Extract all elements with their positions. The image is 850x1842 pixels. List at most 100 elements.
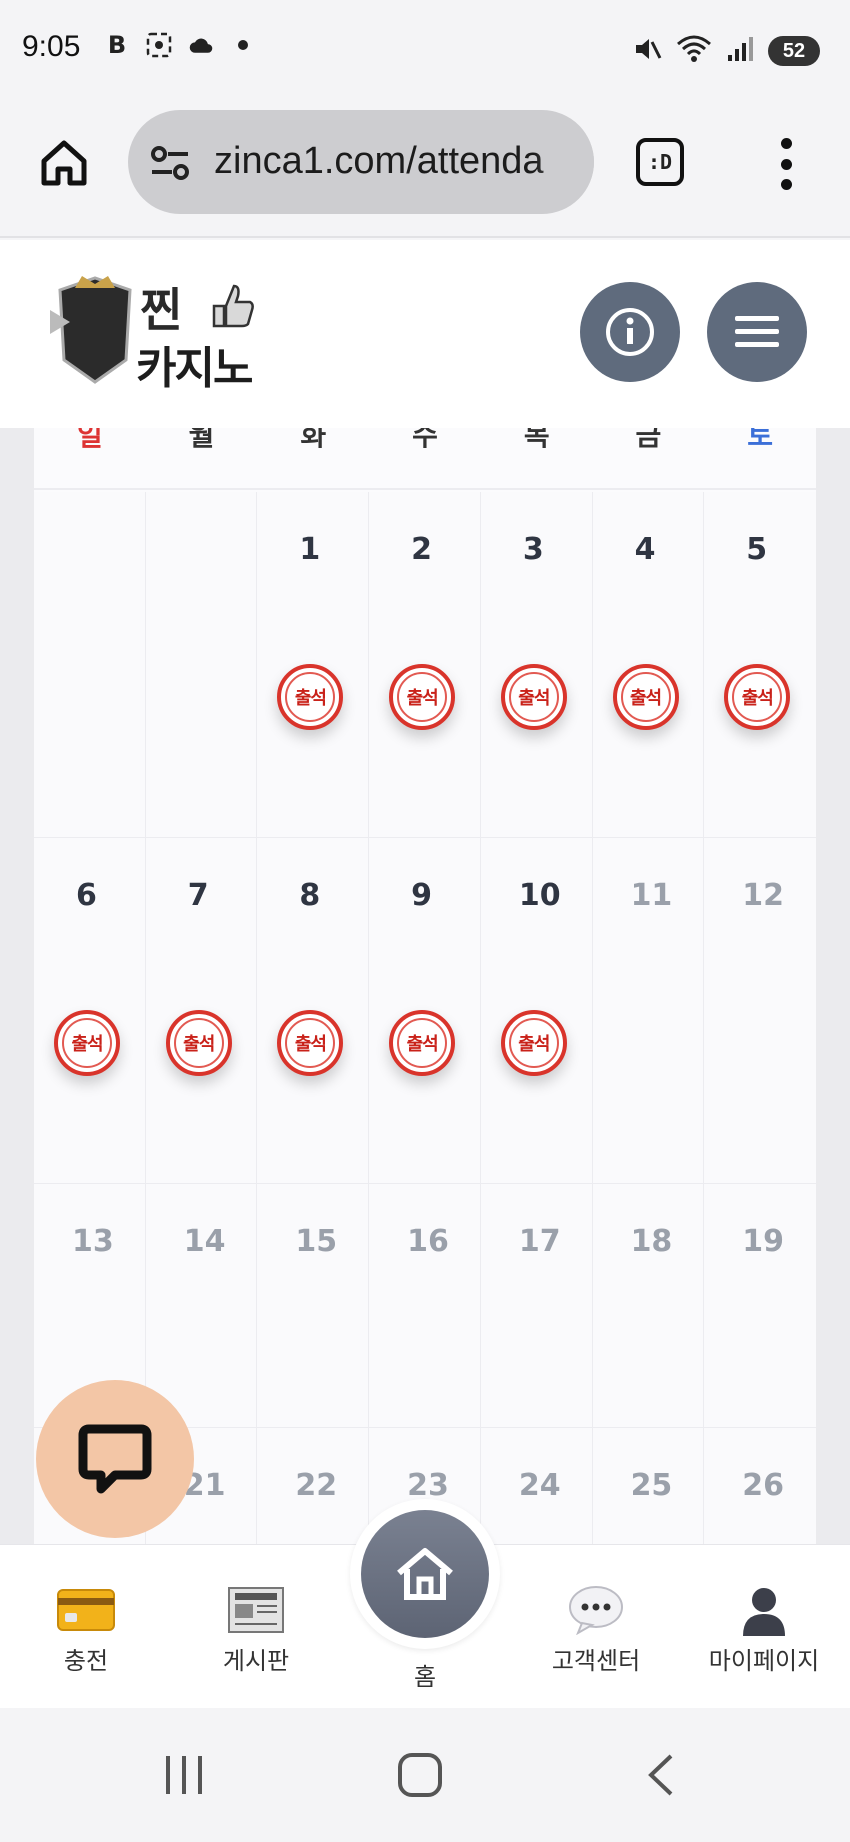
attendance-stamp-label: 출석 [406, 1034, 439, 1055]
newspaper-icon [226, 1585, 286, 1635]
attendance-stamp-label: 출석 [71, 1034, 103, 1055]
cloud-icon [188, 32, 214, 58]
back-icon[interactable] [630, 1750, 690, 1800]
info-button[interactable] [580, 282, 680, 382]
system-navigation-bar [0, 1708, 850, 1842]
calendar-day-number: 25 [630, 1468, 673, 1503]
site-settings-icon[interactable] [150, 146, 190, 180]
calendar-weeks: 1 출석 2 출석 3 출석 4 출석 5 출석 6 출석 7 출석 8 출석 9 출석 10 출석 11 12 13 14 1… [34, 492, 816, 1544]
calendar-day-cell[interactable]: 26 [704, 1428, 816, 1544]
calendar-day-number: 12 [742, 878, 785, 913]
calendar-day-cell[interactable]: 8 출석 [257, 838, 370, 1183]
nav-mypage-label: 마이페이지 [708, 1647, 820, 1675]
calendar-day-number: 8 [299, 878, 321, 913]
status-system-icons: 52 [632, 34, 820, 68]
battery-indicator: 52 [768, 36, 820, 66]
b-app-icon: B [107, 31, 127, 59]
menu-button[interactable] [707, 282, 807, 382]
calendar-day-cell[interactable]: 4 출석 [592, 492, 705, 837]
dot-icon [230, 32, 256, 58]
calendar-week-row: 1 출석 2 출석 3 출석 4 출석 5 출석 [34, 492, 816, 838]
calendar-day-number: 23 [407, 1468, 449, 1503]
calendar-day-cell[interactable]: 10 출석 [480, 838, 593, 1183]
calendar-day-number: 19 [742, 1224, 785, 1259]
attendance-stamp: 출석 [612, 664, 679, 730]
recent-apps-icon[interactable] [154, 1750, 214, 1800]
mute-icon [632, 34, 662, 68]
calendar-day-cell[interactable]: 9 출석 [369, 838, 481, 1183]
nav-charge[interactable]: 충전 [16, 1585, 156, 1676]
calendar-day-number: 11 [630, 878, 673, 913]
calendar-day-cell[interactable]: 15 [257, 1184, 370, 1427]
browser-menu-icon[interactable] [774, 138, 798, 190]
weekday-header: 일 월 화 수 목 금 토 [34, 428, 816, 490]
attendance-stamp: 출석 [389, 1010, 456, 1076]
calendar-day-cell[interactable]: 6 출석 [34, 838, 146, 1183]
bottom-navigation: 충전 게시판 홈 고객센터 마이페이지 [0, 1499, 850, 1708]
screenshot-icon [146, 32, 172, 58]
nav-home-label: 홈 [413, 1663, 437, 1691]
url-bar[interactable]: zinca1.com/attenda [128, 110, 594, 214]
calendar-day-cell[interactable]: 25 [592, 1428, 705, 1544]
calendar-day-cell[interactable]: 18 [592, 1184, 705, 1427]
weekday-sun: 일 [76, 428, 103, 452]
weekday-fri: 금 [635, 428, 662, 452]
calendar-day-cell[interactable]: 22 [257, 1428, 370, 1544]
calendar-day-cell[interactable]: 7 출석 [145, 838, 258, 1183]
info-icon [606, 308, 654, 356]
attendance-stamp: 출석 [165, 1010, 232, 1076]
calendar-day-cell[interactable]: 16 [369, 1184, 481, 1427]
signal-icon [726, 35, 754, 67]
calendar-day-cell[interactable]: 11 [592, 838, 705, 1183]
tabs-button[interactable]: :D [636, 138, 684, 186]
calendar-day-number: 22 [295, 1468, 338, 1503]
attendance-stamp: 출석 [724, 664, 791, 730]
attendance-stamp-label: 출석 [406, 688, 439, 709]
calendar-day-cell[interactable]: 24 [480, 1428, 593, 1544]
calendar-day-cell[interactable]: 12 [704, 838, 816, 1183]
attendance-stamp: 출석 [500, 664, 567, 730]
browser-toolbar: zinca1.com/attenda :D [0, 100, 850, 238]
nav-support[interactable]: 고객센터 [526, 1585, 666, 1676]
calendar-day-cell[interactable]: 17 [480, 1184, 593, 1427]
hamburger-icon [735, 316, 779, 347]
weekday-mon: 월 [188, 428, 215, 452]
nav-charge-label: 충전 [63, 1647, 109, 1675]
browser-home-icon[interactable] [36, 135, 92, 191]
attendance-stamp: 출석 [54, 1010, 120, 1076]
calendar-day-cell[interactable]: 19 [704, 1184, 816, 1427]
attendance-stamp-label: 출석 [294, 688, 327, 709]
site-header: 찐 카지노 [0, 240, 850, 428]
attendance-stamp: 출석 [500, 1010, 567, 1076]
calendar-day-number: 26 [742, 1468, 785, 1503]
calendar-day-cell[interactable]: 5 출석 [704, 492, 816, 837]
calendar-day-number: 4 [634, 532, 656, 567]
calendar-day-cell[interactable]: 2 출석 [369, 492, 481, 837]
attendance-stamp-label: 출석 [630, 688, 662, 709]
nav-support-label: 고객센터 [551, 1647, 641, 1675]
nav-board[interactable]: 게시판 [186, 1585, 326, 1676]
home-button[interactable] [350, 1499, 500, 1649]
system-home-icon[interactable] [390, 1750, 450, 1800]
status-bar: 9:05 B 52 [0, 0, 850, 100]
url-fade [534, 110, 594, 214]
attendance-stamp: 출석 [277, 664, 344, 730]
calendar-day-number: 2 [411, 532, 433, 567]
site-logo[interactable]: 찐 카지노 [40, 270, 260, 394]
nav-mypage[interactable]: 마이페이지 [694, 1585, 834, 1676]
weekday-wed: 수 [412, 428, 438, 452]
calendar-day-number: 9 [411, 878, 433, 913]
calendar-day-number: 16 [407, 1224, 449, 1259]
attendance-stamp-label: 출석 [741, 688, 774, 709]
status-notification-icons: B [104, 31, 256, 59]
calendar-day-cell[interactable]: 14 [145, 1184, 258, 1427]
credit-card-icon [56, 1585, 116, 1635]
calendar-day-cell[interactable]: 3 출석 [480, 492, 593, 837]
calendar-day-cell[interactable]: 1 출석 [257, 492, 370, 837]
calendar-day-number: 15 [295, 1224, 338, 1259]
chat-icon [78, 1424, 152, 1494]
calendar-day-number: 14 [183, 1224, 226, 1259]
calendar-day-number: 3 [522, 532, 544, 567]
calendar-day-number: 5 [746, 532, 768, 567]
chat-button[interactable] [36, 1380, 194, 1538]
